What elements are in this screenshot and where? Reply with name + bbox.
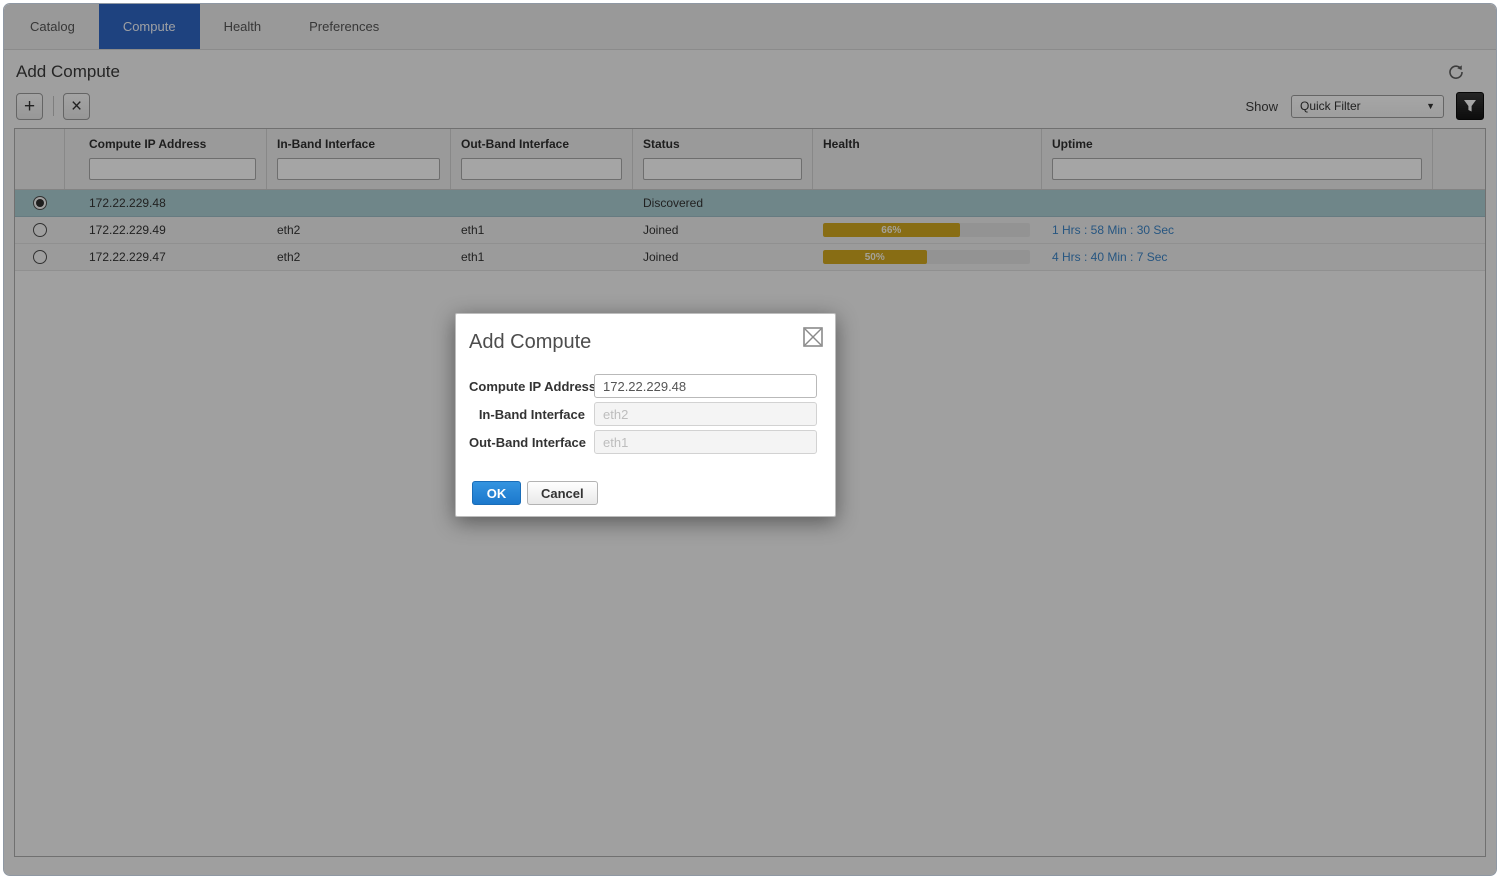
- field-label: Compute IP Address: [469, 378, 597, 394]
- out-band-input[interactable]: [594, 430, 817, 454]
- field-out-band: Out-Band Interface: [456, 430, 835, 454]
- close-icon[interactable]: [803, 327, 823, 347]
- field-compute-ip: Compute IP Address: [456, 374, 835, 398]
- cancel-button[interactable]: Cancel: [527, 481, 598, 505]
- in-band-input[interactable]: [594, 402, 817, 426]
- field-label: In-Band Interface: [478, 406, 585, 422]
- compute-ip-input[interactable]: [594, 374, 817, 398]
- field-in-band: In-Band Interface: [456, 402, 835, 426]
- dialog-title: Add Compute: [469, 331, 592, 353]
- ok-button[interactable]: OK: [472, 481, 521, 505]
- app-window: Catalog Compute Health Preferences Add C…: [3, 3, 1497, 876]
- add-compute-dialog: Add Compute Compute IP Address In-Band I…: [455, 313, 836, 517]
- field-label: Out-Band Interface: [469, 434, 587, 450]
